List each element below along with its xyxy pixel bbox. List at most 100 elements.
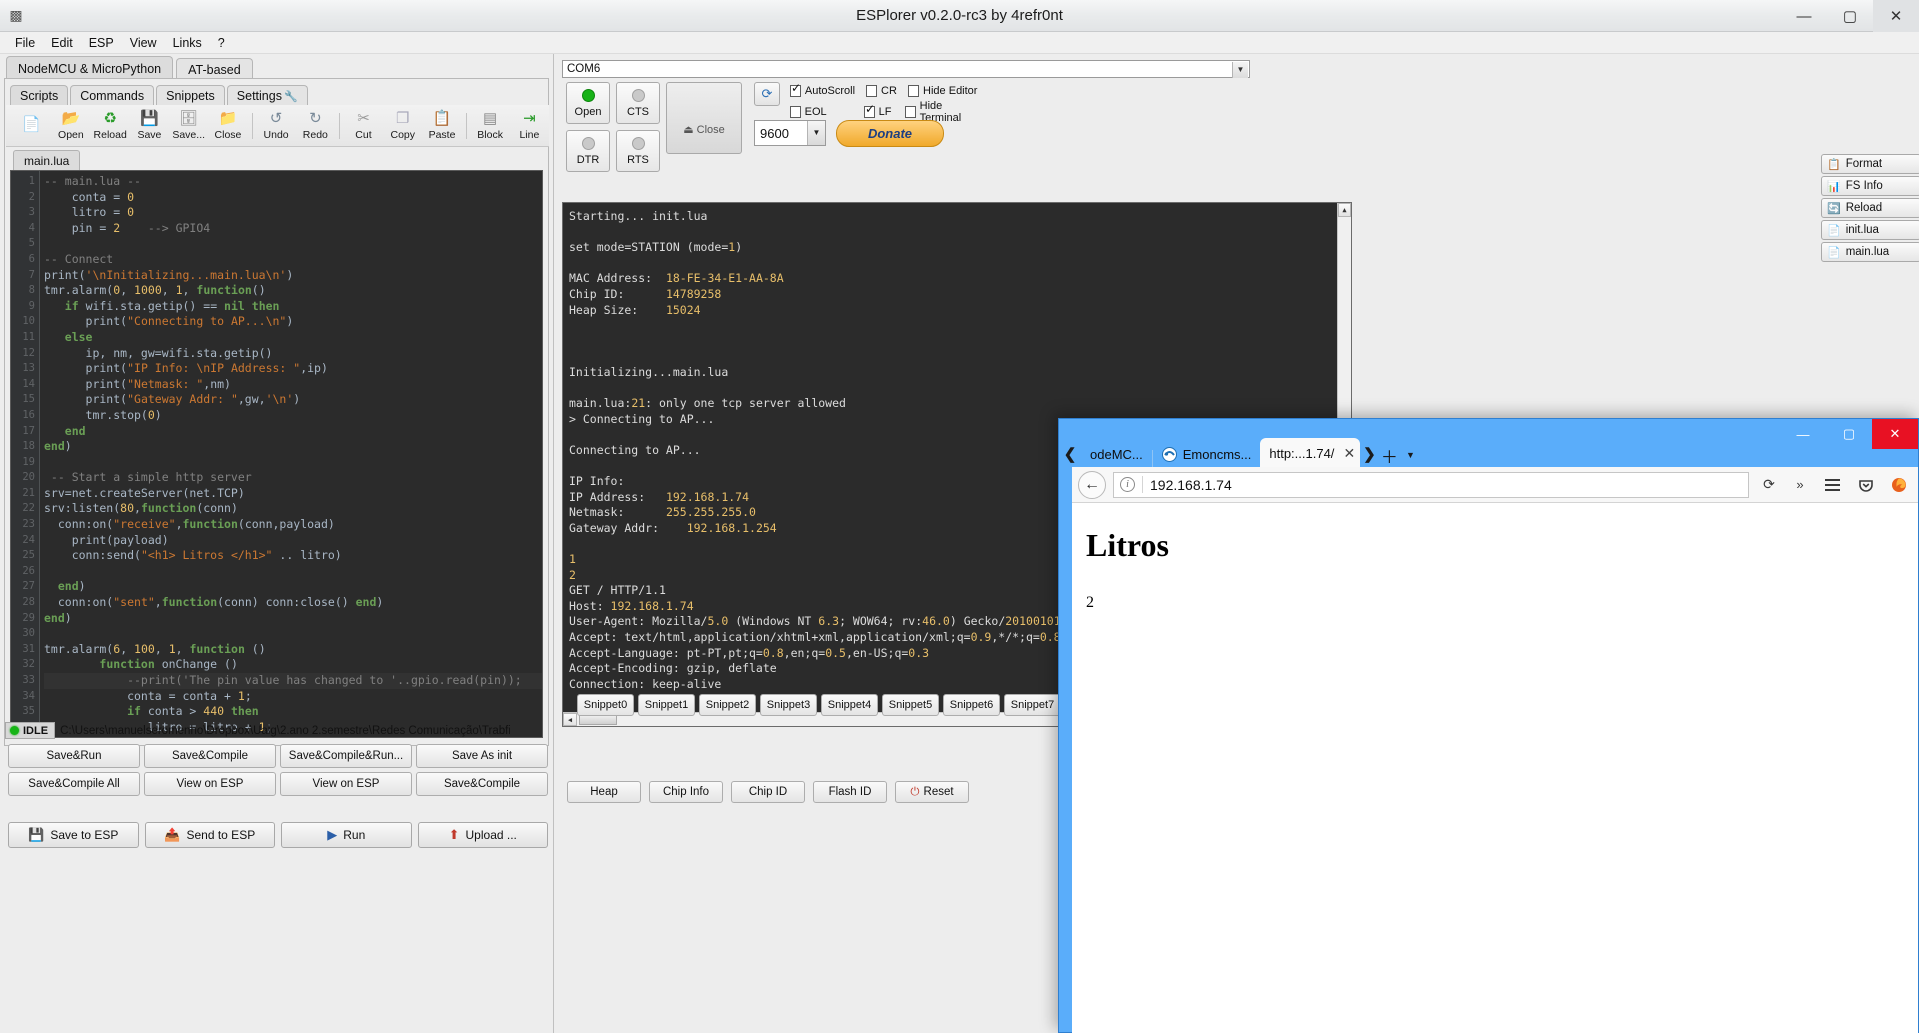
- browser-tab-nodemcu[interactable]: odeMC...: [1081, 440, 1152, 468]
- reload-files-button[interactable]: 🔄 Reload: [1821, 198, 1919, 218]
- com-port-select[interactable]: COM6 ▼: [562, 60, 1250, 78]
- autoscroll-checkbox[interactable]: [790, 82, 801, 97]
- copy-button[interactable]: ❐ Copy: [383, 106, 422, 146]
- code-text-area[interactable]: -- main.lua -- conta = 0 litro = 0 pin =…: [44, 174, 542, 737]
- code-line[interactable]: ip, nm, gw=wifi.sta.getip(): [44, 346, 542, 362]
- code-line[interactable]: conta = conta + 1;: [44, 689, 542, 705]
- code-line[interactable]: if wifi.sta.getip() == nil then: [44, 299, 542, 315]
- maximize-button[interactable]: ▢: [1827, 0, 1873, 32]
- new-file-button[interactable]: 📄: [12, 106, 51, 146]
- snippet-1-button[interactable]: Snippet1: [638, 694, 695, 716]
- paste-button[interactable]: 📋 Paste: [422, 106, 461, 146]
- reset-button[interactable]: ⏻ Reset: [895, 781, 969, 803]
- save-as-init-button[interactable]: Save As init: [416, 744, 548, 768]
- chevron-down-icon[interactable]: ▼: [1232, 62, 1248, 78]
- tab-scroll-left-icon[interactable]: ❮: [1059, 440, 1081, 468]
- code-line[interactable]: end): [44, 579, 542, 595]
- view-on-esp-button-1[interactable]: View on ESP: [144, 772, 276, 796]
- send-to-esp-button[interactable]: 📤 Send to ESP: [144, 822, 275, 848]
- code-line[interactable]: [44, 236, 542, 252]
- pocket-icon[interactable]: [1853, 472, 1879, 498]
- code-line[interactable]: pin = 2 --> GPIO4: [44, 221, 542, 237]
- close-file-button[interactable]: 📁 Close: [208, 106, 247, 146]
- tab-list-icon[interactable]: ▼: [1400, 442, 1420, 468]
- firefox-icon[interactable]: [1886, 472, 1912, 498]
- code-line[interactable]: -- main.lua --: [44, 174, 542, 190]
- save-compile-button-2[interactable]: Save&Compile: [416, 772, 548, 796]
- hamburger-menu-icon[interactable]: [1818, 472, 1846, 498]
- scroll-up-icon[interactable]: ▲: [1338, 203, 1351, 217]
- close-port-button[interactable]: ⏏ Close: [666, 82, 742, 154]
- save-and-compile-button[interactable]: Save&Compile: [144, 744, 276, 768]
- eol-checkbox[interactable]: [790, 106, 801, 118]
- file-init-lua-button[interactable]: 📄 init.lua: [1821, 220, 1919, 240]
- line-indent-button[interactable]: ⇥ Line: [510, 106, 549, 146]
- chevron-double-right-icon[interactable]: »: [1789, 472, 1811, 498]
- code-line[interactable]: conn:on("sent",function(conn) conn:close…: [44, 595, 542, 611]
- menu-edit[interactable]: Edit: [44, 34, 80, 52]
- code-line[interactable]: tmr.alarm(0, 1000, 1, function(): [44, 283, 542, 299]
- new-tab-button[interactable]: ＋: [1378, 442, 1400, 468]
- scroll-left-icon[interactable]: ◀: [563, 713, 577, 726]
- menu-help[interactable]: ?: [211, 34, 232, 52]
- save-compile-all-button[interactable]: Save&Compile All: [8, 772, 140, 796]
- save-as-button[interactable]: 🗄 Save...: [169, 106, 208, 146]
- code-line[interactable]: tmr.alarm(6, 100, 1, function (): [44, 642, 542, 658]
- save-compile-run-button[interactable]: Save&Compile&Run...: [280, 744, 412, 768]
- code-line[interactable]: print(payload): [44, 533, 542, 549]
- fs-info-button[interactable]: 📊 FS Info: [1821, 176, 1919, 196]
- reload-button[interactable]: ♻ Reload: [91, 106, 130, 146]
- code-line[interactable]: if conta > 440 then: [44, 704, 542, 720]
- view-on-esp-button-2[interactable]: View on ESP: [280, 772, 412, 796]
- chip-id-button[interactable]: Chip ID: [731, 781, 805, 803]
- chevron-down-icon[interactable]: ▼: [807, 121, 825, 145]
- code-line[interactable]: print("Gateway Addr: ",gw,'\n'): [44, 392, 542, 408]
- code-line[interactable]: conn:send("<h1> Litros </h1>" .. litro): [44, 548, 542, 564]
- code-line[interactable]: tmr.stop(0): [44, 408, 542, 424]
- hide-editor-checkbox[interactable]: [908, 85, 920, 97]
- snippet-2-button[interactable]: Snippet2: [699, 694, 756, 716]
- cts-indicator[interactable]: CTS: [616, 82, 660, 124]
- lf-checkbox[interactable]: [864, 103, 875, 118]
- snippet-6-button[interactable]: Snippet6: [943, 694, 1000, 716]
- tab-nodemcu-micropython[interactable]: NodeMCU & MicroPython: [6, 56, 174, 80]
- menu-view[interactable]: View: [123, 34, 164, 52]
- tab-settings[interactable]: Settings 🔧: [226, 85, 308, 105]
- code-line[interactable]: print("Connecting to AP...\n"): [44, 314, 542, 330]
- tab-at-based[interactable]: AT-based: [176, 58, 253, 80]
- snippet-0-button[interactable]: Snippet0: [577, 694, 634, 716]
- snippet-7-button[interactable]: Snippet7: [1004, 694, 1061, 716]
- cr-checkbox[interactable]: [866, 85, 877, 97]
- tab-commands[interactable]: Commands: [70, 85, 155, 105]
- redo-button[interactable]: ↻ Redo: [296, 106, 335, 146]
- open-port-button[interactable]: Open: [566, 82, 610, 124]
- refresh-ports-button[interactable]: ⟳: [754, 82, 780, 106]
- undo-button[interactable]: ↺ Undo: [256, 106, 295, 146]
- info-icon[interactable]: i: [1120, 477, 1135, 492]
- menu-esp[interactable]: ESP: [82, 34, 121, 52]
- reload-icon[interactable]: ⟳: [1756, 472, 1782, 498]
- cut-button[interactable]: ✂ Cut: [344, 106, 383, 146]
- code-line[interactable]: [44, 564, 542, 580]
- code-line[interactable]: --print('The pin value has changed to '.…: [44, 673, 542, 689]
- chip-info-button[interactable]: Chip Info: [649, 781, 723, 803]
- code-line[interactable]: srv=net.createServer(net.TCP): [44, 486, 542, 502]
- back-arrow-icon[interactable]: ←: [1078, 470, 1106, 499]
- rts-button[interactable]: RTS: [616, 130, 660, 172]
- file-tab-main-lua[interactable]: main.lua: [13, 150, 81, 171]
- save-and-run-button[interactable]: Save&Run: [8, 744, 140, 768]
- donate-button[interactable]: Donate: [836, 120, 944, 147]
- code-line[interactable]: function onChange (): [44, 657, 542, 673]
- code-line[interactable]: else: [44, 330, 542, 346]
- flash-id-button[interactable]: Flash ID: [813, 781, 887, 803]
- code-line[interactable]: [44, 455, 542, 471]
- code-line[interactable]: end: [44, 424, 542, 440]
- save-button[interactable]: 💾 Save: [130, 106, 169, 146]
- minimize-button[interactable]: —: [1781, 0, 1827, 32]
- upload-button[interactable]: ⬆ Upload ...: [417, 822, 548, 848]
- dtr-button[interactable]: DTR: [566, 130, 610, 172]
- open-button[interactable]: 📂 Open: [51, 106, 90, 146]
- code-line[interactable]: print('\nInitializing...main.lua\n'): [44, 268, 542, 284]
- close-button[interactable]: ✕: [1873, 0, 1919, 32]
- code-line[interactable]: conn:on("receive",function(conn,payload): [44, 517, 542, 533]
